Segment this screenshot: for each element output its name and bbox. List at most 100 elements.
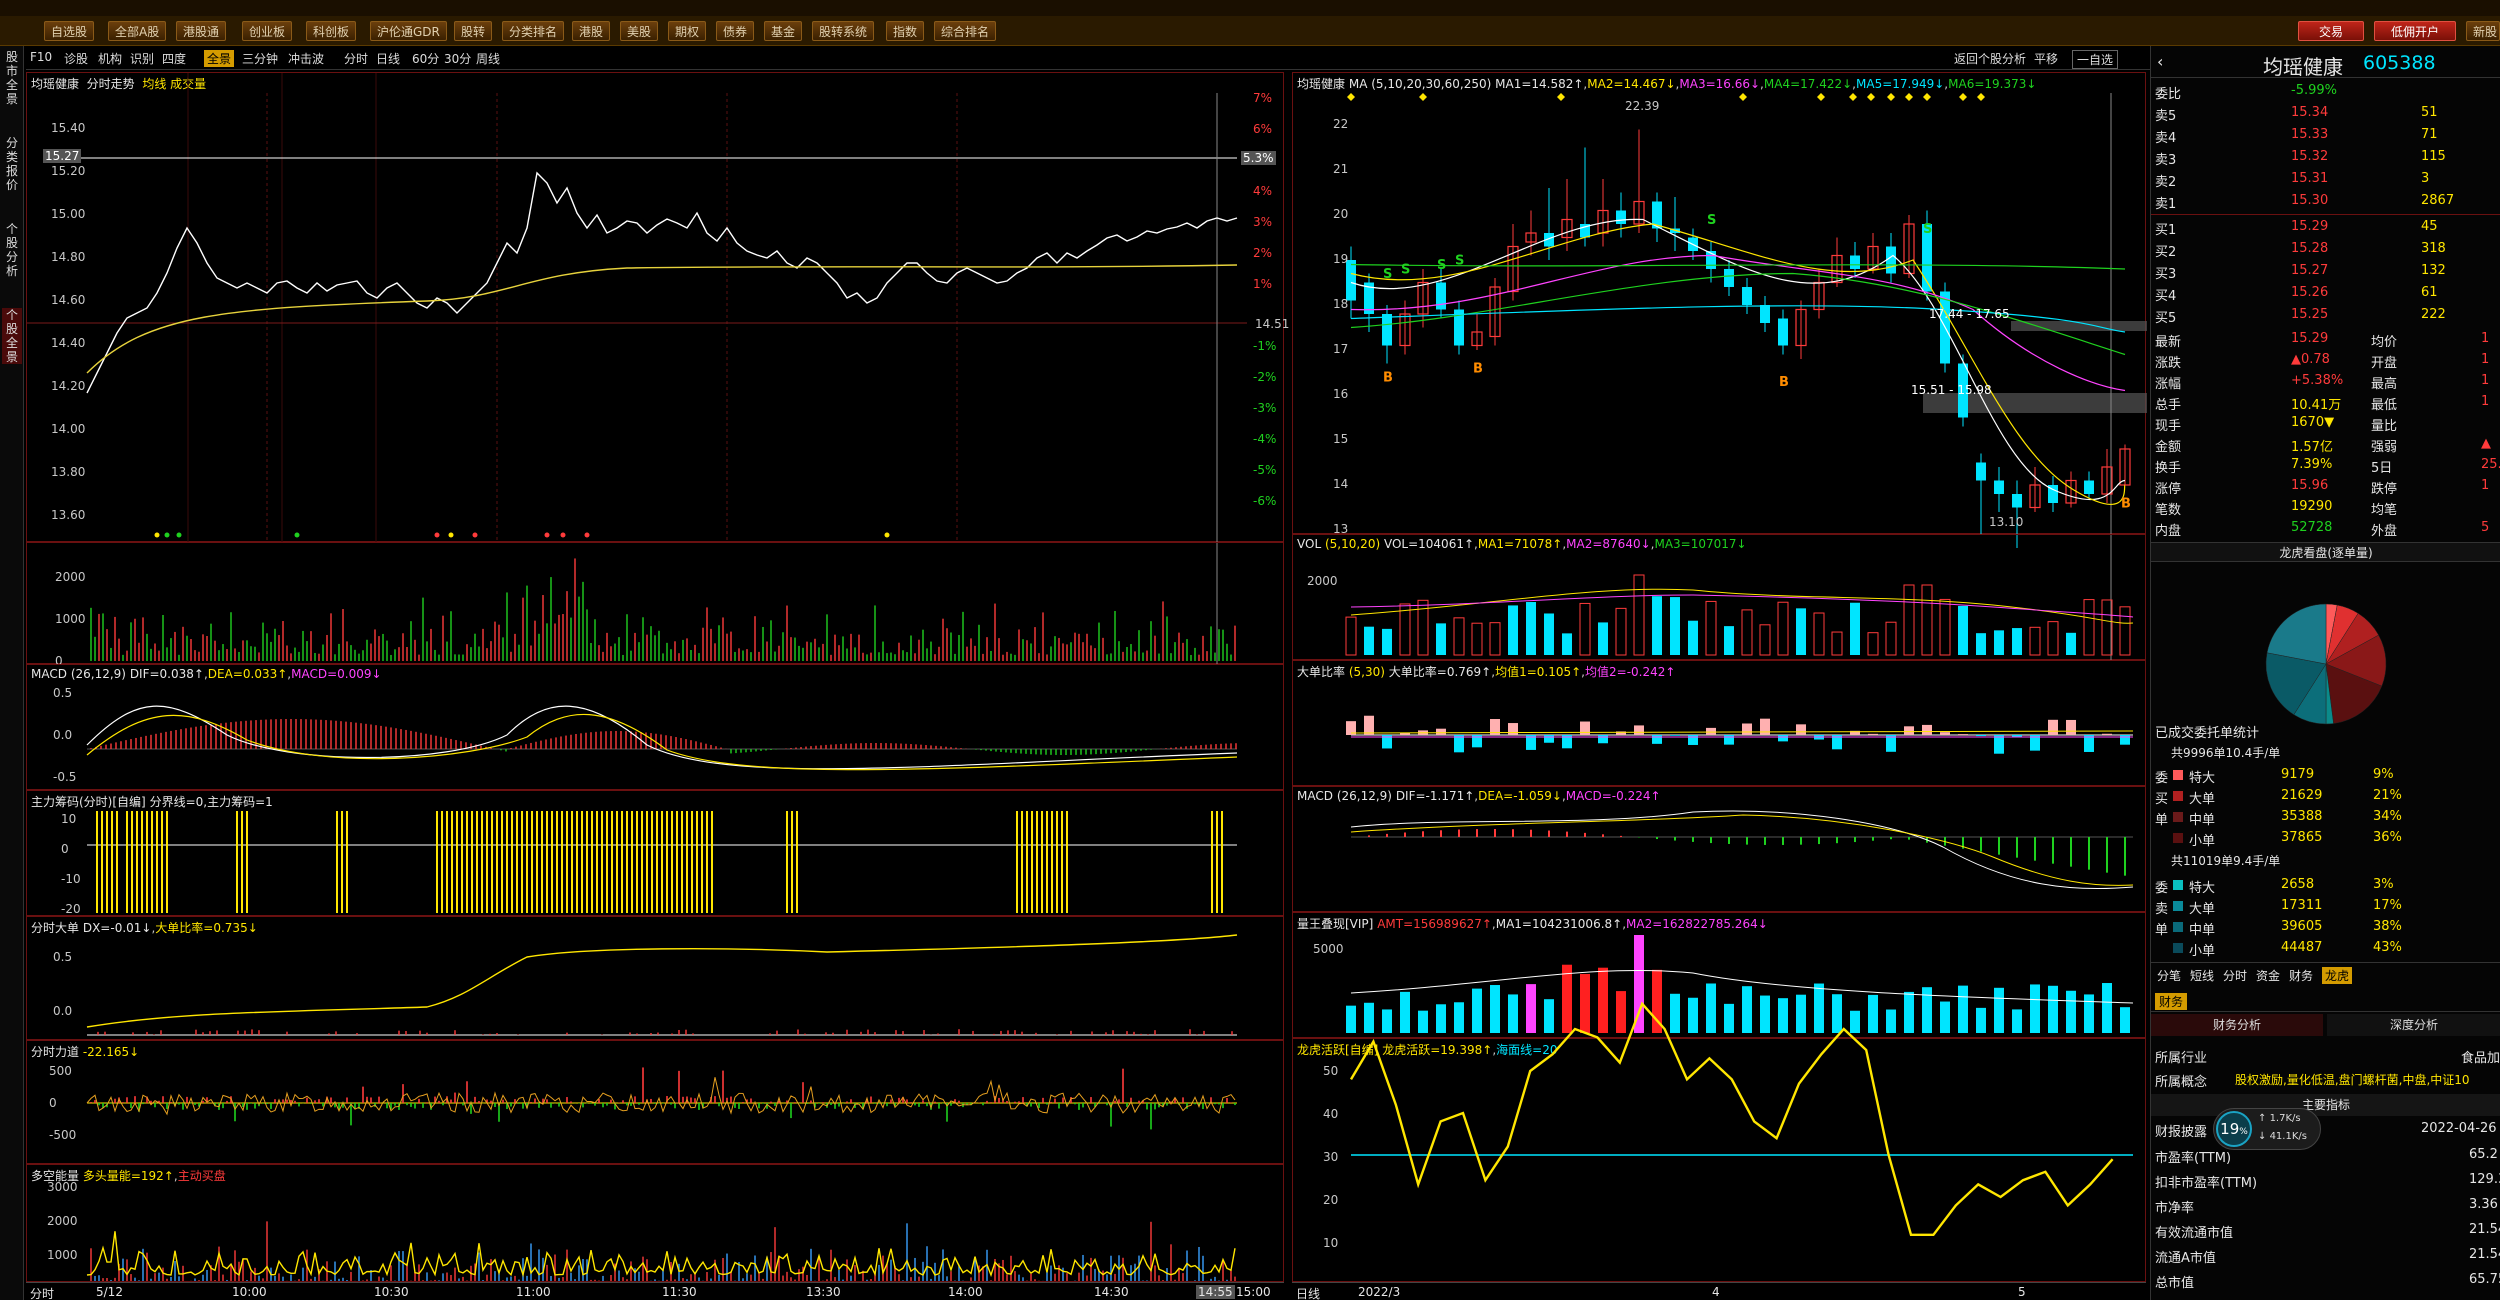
volume-bar: [1633, 574, 1645, 656]
ask-row[interactable]: 卖1 15.30 2867: [2151, 190, 2500, 212]
main-chips-chart[interactable]: 10 0 -10 -20: [27, 791, 1285, 917]
candle-body: [1436, 282, 1446, 310]
quote-tab[interactable]: 分笔: [2157, 967, 2181, 984]
long-short-chart[interactable]: 3000 2000 1000: [27, 1165, 1285, 1283]
toolbar-button[interactable]: 港股通: [176, 21, 227, 41]
finance-tab[interactable]: 财务: [2155, 993, 2188, 1010]
finance-analysis-tab[interactable]: 财务分析: [2151, 1014, 2323, 1036]
quote-tab[interactable]: 分时: [2223, 967, 2247, 984]
ratio-bar: [1940, 732, 1950, 735]
toolbar-button[interactable]: 综合排名: [934, 21, 997, 41]
toolbar-button[interactable]: 股转: [454, 21, 493, 41]
toolbar-button[interactable]: 科创板: [306, 21, 357, 41]
quote-tab[interactable]: 龙虎: [2322, 967, 2353, 984]
buy-signal-marker: B: [1383, 371, 1393, 386]
price-tick: 14.40: [51, 336, 86, 350]
stat-row: 涨跌 ▲0.78 开盘 1: [2151, 349, 2500, 371]
toolbar-button[interactable]: 全部A股: [108, 21, 167, 41]
view-tab[interactable]: 分时: [344, 50, 368, 67]
toolbar-button[interactable]: 股转系统: [812, 21, 875, 41]
view-tab[interactable]: 日线: [376, 50, 400, 67]
view-tab[interactable]: 周线: [476, 50, 500, 67]
amount-chart[interactable]: 5000: [1293, 913, 2147, 1039]
back-to-analysis-link[interactable]: 返回个股分析: [1954, 50, 2026, 67]
big-order-chart[interactable]: 0.5 0.0: [27, 917, 1285, 1041]
daily-macd-chart[interactable]: [1293, 787, 2147, 913]
toolbar-button[interactable]: 创业板: [242, 21, 293, 41]
toolbar-button[interactable]: 债券: [716, 21, 755, 41]
bid-price: 15.25: [2291, 307, 2329, 322]
toolbar-button[interactable]: 期权: [668, 21, 707, 41]
intraday-chart[interactable]: [27, 73, 1285, 543]
view-tab[interactable]: 识别: [130, 50, 154, 67]
stat-key: 量比: [2371, 419, 2398, 434]
bid-row[interactable]: 买1 15.29 45: [2151, 216, 2500, 238]
trade-button[interactable]: 交易: [2298, 21, 2364, 41]
ask-price: 15.31: [2291, 171, 2329, 186]
flow-tick: 0: [49, 1096, 57, 1110]
volume-bar: [1796, 608, 1806, 655]
candle-body: [1976, 462, 1986, 481]
bid-row[interactable]: 买3 15.27 132: [2151, 260, 2500, 282]
toolbar-button[interactable]: 沪伦通GDR: [370, 21, 447, 41]
flow-chart[interactable]: 500 0 -500: [27, 1041, 1285, 1165]
toolbar-button[interactable]: 指数: [886, 21, 925, 41]
toolbar-button[interactable]: 分类排名: [502, 21, 565, 41]
bid-row[interactable]: 买4 15.26 61: [2151, 282, 2500, 304]
toolbar-button[interactable]: 基金: [764, 21, 803, 41]
tab-stock-analysis[interactable]: 个股分析: [2, 222, 22, 278]
time-label: 14:00: [948, 1285, 983, 1299]
toolbar-button[interactable]: 港股: [572, 21, 611, 41]
ratio-bar: [2102, 733, 2112, 735]
network-speed-widget[interactable]: 19% ↑ 1.7K/s ↓ 41.1K/s: [2213, 1108, 2321, 1150]
tab-market-overview[interactable]: 股市全景: [2, 50, 22, 106]
tab-category-quote[interactable]: 分类报价: [2, 136, 22, 192]
ask-row[interactable]: 卖3 15.32 115: [2151, 146, 2500, 168]
kline-chart[interactable]: S S S SSSBBBB: [1293, 73, 2147, 548]
quote-tab[interactable]: 财务: [2289, 967, 2313, 984]
back-arrow-icon[interactable]: ‹: [2157, 52, 2163, 71]
percent-tick: 3%: [1253, 215, 1273, 229]
intraday-axis-label[interactable]: 分时: [30, 1285, 54, 1300]
toolbar-button[interactable]: 自选股: [44, 21, 95, 41]
big-ratio-chart[interactable]: [1293, 661, 2147, 787]
top-signal-icon: [1419, 93, 1427, 101]
daily-axis-label[interactable]: 日线: [1296, 1285, 1320, 1300]
watchlist-select[interactable]: 一自选: [2072, 50, 2119, 69]
ratio-avg2-line: [1350, 735, 2134, 739]
view-tab[interactable]: 冲击波: [288, 50, 324, 67]
daily-volume-chart[interactable]: 2000: [1293, 535, 2147, 661]
kline-panel: 均瑶健康 MA (5,10,20,30,60,250) MA1=14.582↑,…: [1292, 72, 2147, 548]
view-tab[interactable]: 诊股: [64, 50, 88, 67]
tab-stock-panorama[interactable]: 个股全景: [2, 308, 22, 364]
new-stock-button[interactable]: 新股: [2466, 21, 2500, 41]
deep-analysis-tab[interactable]: 深度分析: [2327, 1014, 2500, 1036]
ask-row[interactable]: 卖2 15.31 3: [2151, 168, 2500, 190]
bid-row[interactable]: 买2 15.28 318: [2151, 238, 2500, 260]
long-short-panel: 多空能量 多头量能=192↑,主动买盘 3000 2000 1000: [26, 1164, 1284, 1282]
view-tab[interactable]: 机构: [98, 50, 122, 67]
pan-button[interactable]: 平移: [2034, 50, 2058, 67]
bid-volume: 45: [2421, 219, 2438, 234]
view-tab[interactable]: 三分钟: [242, 50, 278, 67]
intraday-volume-chart[interactable]: 200010000: [27, 543, 1285, 668]
bid-row[interactable]: 买5 15.25 222: [2151, 304, 2500, 326]
view-tab[interactable]: 60分: [412, 50, 439, 67]
commission-row: 小单 37865 36%: [2151, 827, 2500, 849]
view-tab[interactable]: 30分: [444, 50, 471, 67]
view-tab[interactable]: F10: [30, 50, 52, 64]
intraday-macd-chart[interactable]: 0.5 0.0 -0.5: [27, 665, 1285, 791]
open-account-button[interactable]: 低佣开户: [2374, 21, 2456, 41]
quote-tab[interactable]: 短线: [2190, 967, 2214, 984]
view-tab[interactable]: 全景: [204, 50, 235, 67]
kline-price-tick: 15: [1333, 432, 1349, 446]
volume-bar: [1724, 626, 1734, 655]
view-tab[interactable]: 四度: [162, 50, 186, 67]
ask-row[interactable]: 卖5 15.34 51: [2151, 102, 2500, 124]
stat-key: 外盘: [2371, 524, 2398, 539]
dragon-chart[interactable]: 50 40 30 20 10: [1293, 1001, 2147, 1283]
ask-row[interactable]: 卖4 15.33 71: [2151, 124, 2500, 146]
toolbar-button[interactable]: 美股: [620, 21, 659, 41]
sell-signal-marker: S: [1401, 263, 1410, 278]
quote-tab[interactable]: 资金: [2256, 967, 2280, 984]
